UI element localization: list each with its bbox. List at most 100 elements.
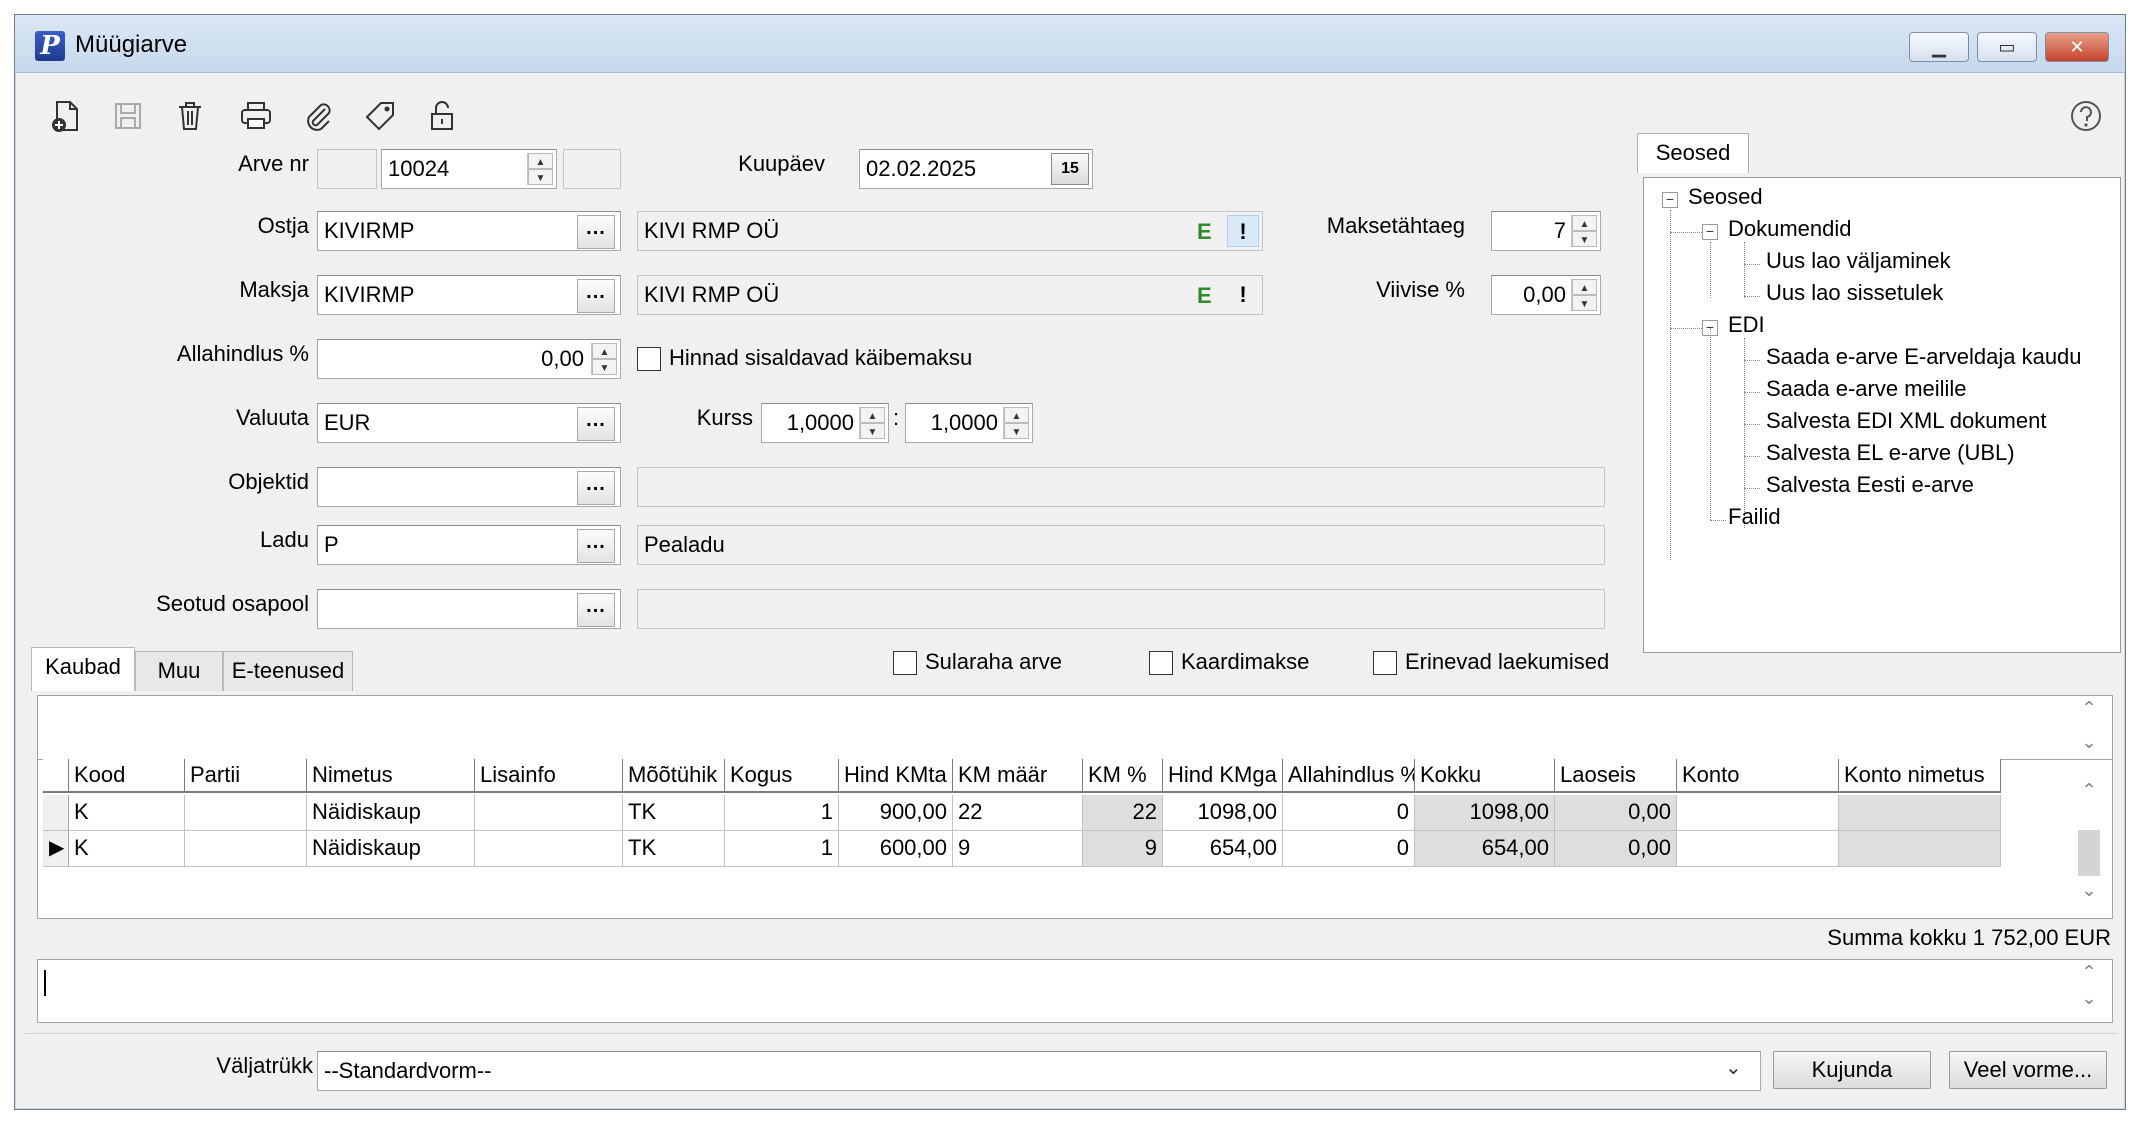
objects-lookup-button[interactable]: ... <box>577 471 615 505</box>
exchange-rate-stepper-2[interactable]: ▲ ▼ <box>1003 407 1029 439</box>
tab-muu[interactable]: Muu <box>135 651 223 691</box>
save-icon[interactable] <box>109 97 147 135</box>
table-cell[interactable]: K <box>69 831 185 867</box>
calendar-icon[interactable]: 15 <box>1051 153 1089 185</box>
minimize-button[interactable]: ▁ <box>1909 32 1969 62</box>
new-document-icon[interactable] <box>47 97 85 135</box>
table-cell[interactable]: Näidiskaup <box>307 831 475 867</box>
column-header[interactable]: Hind KMta <box>839 759 953 793</box>
table-cell[interactable]: TK <box>623 831 725 867</box>
grid-scrollbar-thumb[interactable] <box>2078 830 2100 876</box>
different-receipts-checkbox[interactable] <box>1373 651 1397 675</box>
column-header[interactable]: KM % <box>1083 759 1163 793</box>
table-cell[interactable]: 22 <box>953 795 1083 831</box>
prices-include-vat-checkbox[interactable] <box>637 347 661 371</box>
close-button[interactable]: ✕ <box>2045 32 2109 62</box>
buyer-lookup-button[interactable]: ... <box>577 215 615 249</box>
help-icon[interactable] <box>2067 97 2105 135</box>
notes-bottom-textbox[interactable]: ⌃ ⌄ <box>37 959 2113 1023</box>
buyer-code-field[interactable]: KIVIRMP <box>317 211 621 251</box>
table-cell[interactable] <box>185 831 307 867</box>
cash-invoice-checkbox[interactable] <box>893 651 917 675</box>
tree-item-edi[interactable]: EDI <box>1728 312 1765 338</box>
scroll-up-icon[interactable]: ⌃ <box>2074 962 2104 983</box>
scroll-up-icon[interactable]: ⌃ <box>2074 780 2104 801</box>
collapse-icon[interactable]: − <box>1662 192 1678 208</box>
payer-warning-button[interactable]: ! <box>1227 279 1259 311</box>
table-cell[interactable]: 1 <box>725 831 839 867</box>
delete-icon[interactable] <box>171 97 209 135</box>
chevron-down-icon[interactable]: ⌄ <box>1725 1055 1742 1080</box>
table-cell[interactable]: 0 <box>1283 795 1415 831</box>
penalty-stepper[interactable]: ▲ ▼ <box>1571 279 1597 311</box>
printout-select[interactable]: --Standardvorm-- <box>317 1051 1761 1091</box>
payer-code-field[interactable]: KIVIRMP <box>317 275 621 315</box>
tree-item[interactable]: Saada e-arve meilile <box>1766 376 1967 402</box>
invoice-number-stepper[interactable]: ▲ ▼ <box>527 153 553 185</box>
column-header[interactable]: KM määr <box>953 759 1083 793</box>
tree-root[interactable]: Seosed <box>1688 184 1763 210</box>
table-cell[interactable]: 654,00 <box>1163 831 1283 867</box>
tree-item[interactable]: Salvesta EDI XML dokument <box>1766 408 2046 434</box>
column-header[interactable]: Hind KMga <box>1163 759 1283 793</box>
table-cell[interactable]: 600,00 <box>839 831 953 867</box>
collapse-icon[interactable]: − <box>1702 224 1718 240</box>
column-header[interactable]: Konto nimetus <box>1839 759 2001 793</box>
row-indicator[interactable] <box>43 795 69 831</box>
column-header[interactable]: Kogus <box>725 759 839 793</box>
scroll-down-icon[interactable]: ⌄ <box>2074 880 2104 901</box>
tab-seosed[interactable]: Seosed <box>1637 133 1749 173</box>
column-header[interactable]: Partii <box>185 759 307 793</box>
print-icon[interactable] <box>237 97 275 135</box>
column-header[interactable]: Nimetus <box>307 759 475 793</box>
tree-item-failid[interactable]: Failid <box>1728 504 1781 530</box>
objects-field[interactable] <box>317 467 621 507</box>
more-forms-button[interactable]: Veel vorme... <box>1949 1051 2107 1089</box>
column-header[interactable]: Lisainfo <box>475 759 623 793</box>
table-cell[interactable]: 9 <box>953 831 1083 867</box>
buyer-warning-button[interactable]: ! <box>1227 215 1259 247</box>
tree-item[interactable]: Uus lao sissetulek <box>1766 280 1943 306</box>
table-cell[interactable]: 1 <box>725 795 839 831</box>
column-header[interactable]: Mõõtühik <box>623 759 725 793</box>
table-cell[interactable] <box>475 831 623 867</box>
design-button[interactable]: Kujunda <box>1773 1051 1931 1089</box>
column-header[interactable]: Laoseis <box>1555 759 1677 793</box>
table-cell[interactable]: 1098,00 <box>1163 795 1283 831</box>
payment-term-stepper[interactable]: ▲ ▼ <box>1571 215 1597 247</box>
tree-item[interactable]: Salvesta EL e-arve (UBL) <box>1766 440 2015 466</box>
column-header[interactable]: Kood <box>69 759 185 793</box>
tree-item[interactable]: Salvesta Eesti e-arve <box>1766 472 1974 498</box>
tab-e-teenused[interactable]: E-teenused <box>223 651 353 691</box>
payer-lookup-button[interactable]: ... <box>577 279 615 313</box>
table-cell[interactable]: K <box>69 795 185 831</box>
table-cell[interactable]: 900,00 <box>839 795 953 831</box>
card-payment-checkbox[interactable] <box>1149 651 1173 675</box>
column-header[interactable]: Konto <box>1677 759 1839 793</box>
discount-field[interactable]: 0,00 <box>317 339 621 379</box>
table-cell[interactable]: 0 <box>1283 831 1415 867</box>
currency-field[interactable]: EUR <box>317 403 621 443</box>
table-cell[interactable]: Näidiskaup <box>307 795 475 831</box>
attach-icon[interactable] <box>299 97 337 135</box>
exchange-rate-stepper-1[interactable]: ▲ ▼ <box>859 407 885 439</box>
scroll-down-icon[interactable]: ⌄ <box>2074 732 2104 753</box>
tree-item[interactable]: Uus lao väljaminek <box>1766 248 1951 274</box>
table-cell[interactable] <box>1677 795 1839 831</box>
unlock-icon[interactable] <box>423 97 461 135</box>
table-cell[interactable] <box>1677 831 1839 867</box>
discount-stepper[interactable]: ▲ ▼ <box>591 343 617 375</box>
row-indicator-current[interactable]: ▶ <box>43 831 69 867</box>
table-cell[interactable] <box>475 795 623 831</box>
scroll-up-icon[interactable]: ⌃ <box>2074 698 2104 719</box>
maximize-button[interactable]: ▭ <box>1977 32 2037 62</box>
scroll-down-icon[interactable]: ⌄ <box>2074 988 2104 1009</box>
column-header[interactable]: Kokku <box>1415 759 1555 793</box>
tree-item-dokumendid[interactable]: Dokumendid <box>1728 216 1852 242</box>
warehouse-lookup-button[interactable]: ... <box>577 529 615 563</box>
column-header[interactable]: Allahindlus % <box>1283 759 1415 793</box>
currency-lookup-button[interactable]: ... <box>577 407 615 441</box>
table-cell[interactable]: TK <box>623 795 725 831</box>
related-party-field[interactable] <box>317 589 621 629</box>
related-party-lookup-button[interactable]: ... <box>577 593 615 627</box>
